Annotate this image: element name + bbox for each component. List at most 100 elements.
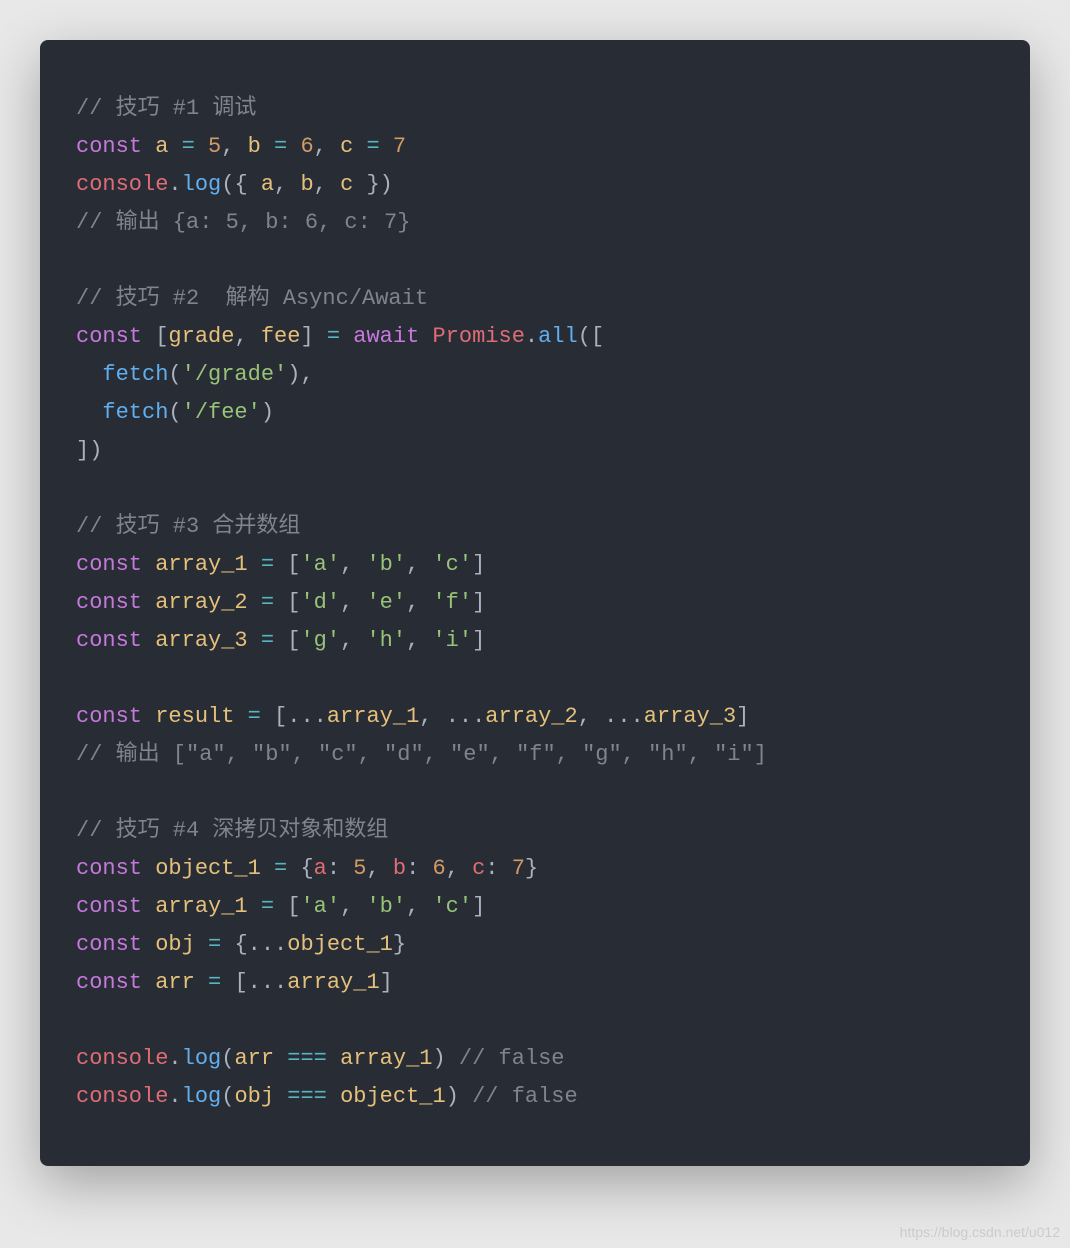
str-i: 'i' [432, 628, 472, 653]
lparen: ( [578, 324, 591, 349]
comma: , [446, 856, 472, 881]
rbracket: ] [472, 894, 485, 919]
lparen: ( [221, 1084, 234, 1109]
op-eq: = [195, 970, 235, 995]
var-b: b [300, 172, 313, 197]
str-c: 'c' [432, 894, 472, 919]
op-eq: = [353, 134, 393, 159]
space [142, 590, 155, 615]
lbracket: [ [287, 552, 300, 577]
lparen: ( [221, 1046, 234, 1071]
method-log: log [182, 1046, 222, 1071]
kw-const: const [76, 552, 142, 577]
key-a: a [314, 856, 327, 881]
method-log: log [182, 172, 222, 197]
space [142, 894, 155, 919]
op-eqeqeq: === [274, 1046, 340, 1071]
space [142, 552, 155, 577]
num-7: 7 [512, 856, 525, 881]
rbracket: ] [472, 628, 485, 653]
op-eq: = [248, 590, 288, 615]
obj-promise: Promise [432, 324, 524, 349]
fn-fetch: fetch [102, 362, 168, 387]
rparen: ) [261, 400, 274, 425]
var-array1: array_1 [287, 970, 379, 995]
kw-const: const [76, 970, 142, 995]
var-object1: object_1 [340, 1084, 446, 1109]
kw-const: const [76, 704, 142, 729]
spread: ... [248, 970, 288, 995]
lbracket: [ [591, 324, 604, 349]
str-f: 'f' [432, 590, 472, 615]
obj-console: console [76, 172, 168, 197]
comma: , [340, 552, 366, 577]
comma: , [221, 134, 247, 159]
var-object1: object_1 [155, 856, 261, 881]
code-snippet-card: // 技巧 #1 调试 const a = 5, b = 6, c = 7 co… [40, 40, 1030, 1166]
comma: , [340, 628, 366, 653]
comma: , [406, 894, 432, 919]
space [142, 856, 155, 881]
var-array1: array_1 [155, 552, 247, 577]
var-fee: fee [261, 324, 301, 349]
comma: , [234, 324, 260, 349]
comma: , [274, 172, 300, 197]
var-a: a [155, 134, 168, 159]
method-all: all [538, 324, 578, 349]
comment-tip2: // 技巧 #2 解构 Async/Await [76, 286, 428, 311]
comment-tip3: // 技巧 #3 合并数组 [76, 514, 300, 539]
rbracket: ] [472, 590, 485, 615]
rparen: ) [380, 172, 393, 197]
comment-output3: // 输出 ["a", "b", "c", "d", "e", "f", "g"… [76, 742, 767, 767]
comma: , [366, 856, 392, 881]
str-a: 'a' [300, 552, 340, 577]
dot: . [168, 1084, 181, 1109]
lbracket: [ [287, 628, 300, 653]
var-obj: obj [155, 932, 195, 957]
page: // 技巧 #1 调试 const a = 5, b = 6, c = 7 co… [0, 0, 1070, 1248]
num-5: 5 [353, 856, 366, 881]
var-b: b [248, 134, 261, 159]
comment-output1: // 输出 {a: 5, b: 6, c: 7} [76, 210, 410, 235]
dot: . [168, 172, 181, 197]
spread: ... [248, 932, 288, 957]
op-eq: = [261, 134, 301, 159]
var-object1: object_1 [287, 932, 393, 957]
lbracket: [ [287, 894, 300, 919]
kw-await: await [353, 324, 419, 349]
lbrace2: { [300, 856, 313, 881]
op-eqeqeq: === [274, 1084, 340, 1109]
str-b: 'b' [366, 552, 406, 577]
kw-const: const [76, 628, 142, 653]
var-c: c [340, 172, 353, 197]
var-arr: arr [234, 1046, 274, 1071]
comma: , [300, 362, 313, 387]
op-eq: = [261, 856, 301, 881]
indent [76, 362, 102, 387]
kw-const: const [76, 324, 142, 349]
num-6: 6 [432, 856, 445, 881]
var-result: result [155, 704, 234, 729]
str-d: 'd' [300, 590, 340, 615]
code-block: // 技巧 #1 调试 const a = 5, b = 6, c = 7 co… [76, 90, 994, 1116]
comment-false: // false [446, 1046, 565, 1071]
var-array1: array_1 [340, 1046, 432, 1071]
fn-fetch: fetch [102, 400, 168, 425]
var-array2: array_2 [155, 590, 247, 615]
comma: , [406, 590, 432, 615]
comma: , [578, 704, 604, 729]
rbrace2: } [525, 856, 538, 881]
method-log: log [182, 1084, 222, 1109]
str-e: 'e' [366, 590, 406, 615]
rbrace: } [353, 172, 379, 197]
space [419, 324, 432, 349]
op-eq: = [195, 932, 235, 957]
var-grade: grade [168, 324, 234, 349]
dot: . [525, 324, 538, 349]
rbracket: ] [472, 552, 485, 577]
lbracket: [ [234, 970, 247, 995]
space [142, 628, 155, 653]
indent [76, 400, 102, 425]
str-grade: '/grade' [182, 362, 288, 387]
op-eq: = [234, 704, 274, 729]
